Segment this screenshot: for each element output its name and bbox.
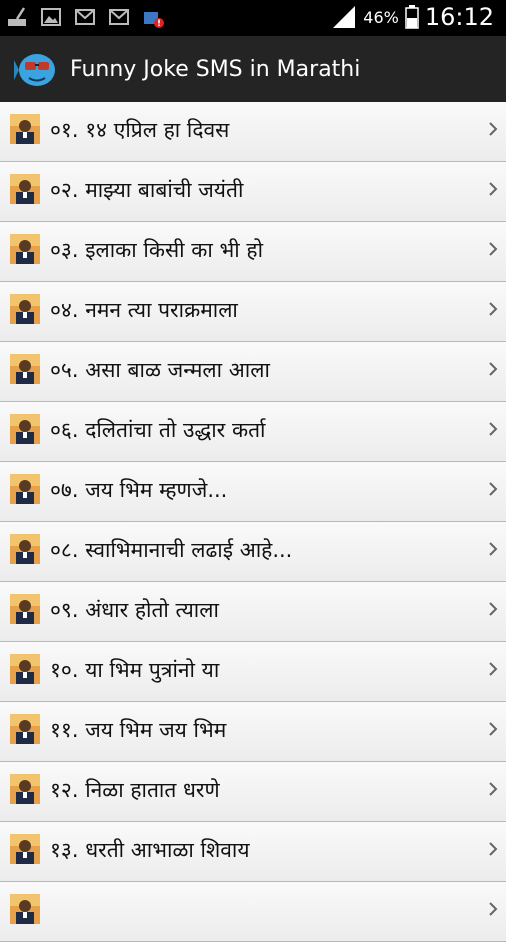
- app-title: Funny Joke SMS in Marathi: [70, 56, 361, 82]
- list-item-label: १०. या भिम पुत्रांनो या: [50, 658, 220, 682]
- list-item[interactable]: ०९. अंधार होतो त्याला: [0, 582, 506, 642]
- portrait-thumbnail-icon: [10, 414, 40, 444]
- portrait-thumbnail-icon: [10, 534, 40, 564]
- portrait-thumbnail-icon: [10, 714, 40, 744]
- chevron-right-icon: [489, 842, 498, 856]
- notification-icons: [6, 6, 164, 28]
- chevron-right-icon: [489, 302, 498, 316]
- battery-percent: 46%: [363, 7, 399, 27]
- portrait-thumbnail-icon: [10, 594, 40, 624]
- portrait-thumbnail-icon: [10, 114, 40, 144]
- portrait-thumbnail-icon: [10, 234, 40, 264]
- chevron-right-icon: [489, 782, 498, 796]
- list-item[interactable]: १३. धरती आभाळा शिवाय: [0, 822, 506, 882]
- chevron-right-icon: [489, 122, 498, 136]
- list-item-label: १२. निळा हातात धरणे: [50, 778, 220, 802]
- battery-icon: [405, 5, 419, 29]
- list-item-label: ०१. १४ एप्रिल हा दिवस: [50, 118, 230, 142]
- chevron-right-icon: [489, 542, 498, 556]
- portrait-thumbnail-icon: [10, 834, 40, 864]
- portrait-thumbnail-icon: [10, 894, 40, 924]
- sms-category-list: ०१. १४ एप्रिल हा दिवस ०२. माझ्या बाबांची…: [0, 102, 506, 942]
- action-bar: Funny Joke SMS in Marathi: [0, 36, 506, 102]
- gmail-icon: [75, 9, 95, 25]
- portrait-thumbnail-icon: [10, 294, 40, 324]
- list-item-label: १३. धरती आभाळा शिवाय: [50, 838, 250, 862]
- list-item[interactable]: ०१. १४ एप्रिल हा दिवस: [0, 102, 506, 162]
- list-item-label: ०४. नमन त्या पराक्रमाला: [50, 298, 238, 322]
- list-item-label: ०२. माझ्या बाबांची जयंती: [50, 178, 244, 202]
- list-item-label: ०८. स्वाभिमानाची लढाई आहे...: [50, 538, 293, 562]
- warning-app-icon: [144, 12, 164, 28]
- fish-sunglasses-icon[interactable]: [14, 46, 60, 92]
- clock: 16:12: [424, 3, 494, 31]
- list-item[interactable]: ०६. दलितांचा तो उद्धार कर्ता: [0, 402, 506, 462]
- status-bar: 46% 16:12: [0, 0, 506, 36]
- list-item-label: ०३. इलाका किसी का भी हो: [50, 238, 264, 262]
- list-item[interactable]: ०५. असा बाळ जन्मला आला: [0, 342, 506, 402]
- chevron-right-icon: [489, 362, 498, 376]
- portrait-thumbnail-icon: [10, 354, 40, 384]
- chevron-right-icon: [489, 482, 498, 496]
- list-item[interactable]: [0, 882, 506, 942]
- portrait-thumbnail-icon: [10, 174, 40, 204]
- list-item-label: ११. जय भिम जय भिम: [50, 718, 227, 742]
- chevron-right-icon: [489, 902, 498, 916]
- list-item-label: ०७. जय भिम म्हणजे...: [50, 478, 228, 502]
- list-item[interactable]: ०२. माझ्या बाबांची जयंती: [0, 162, 506, 222]
- portrait-thumbnail-icon: [10, 654, 40, 684]
- list-item-label: ०६. दलितांचा तो उद्धार कर्ता: [50, 418, 266, 442]
- list-item-label: ०५. असा बाळ जन्मला आला: [50, 358, 270, 382]
- gmail-icon: [109, 9, 129, 25]
- list-item[interactable]: १२. निळा हातात धरणे: [0, 762, 506, 822]
- portrait-thumbnail-icon: [10, 774, 40, 804]
- chevron-right-icon: [489, 662, 498, 676]
- portrait-thumbnail-icon: [10, 474, 40, 504]
- chevron-right-icon: [489, 602, 498, 616]
- list-item[interactable]: १०. या भिम पुत्रांनो या: [0, 642, 506, 702]
- list-item[interactable]: ०७. जय भिम म्हणजे...: [0, 462, 506, 522]
- list-item[interactable]: ११. जय भिम जय भिम: [0, 702, 506, 762]
- signal-icon: [333, 6, 356, 28]
- chevron-right-icon: [489, 422, 498, 436]
- image-icon: [41, 8, 61, 26]
- list-item-label: ०९. अंधार होतो त्याला: [50, 598, 219, 622]
- chevron-right-icon: [489, 182, 498, 196]
- chevron-right-icon: [489, 722, 498, 736]
- chevron-right-icon: [489, 242, 498, 256]
- list-item[interactable]: ०८. स्वाभिमानाची लढाई आहे...: [0, 522, 506, 582]
- broom-icon: [8, 7, 26, 26]
- list-item[interactable]: ०३. इलाका किसी का भी हो: [0, 222, 506, 282]
- list-item[interactable]: ०४. नमन त्या पराक्रमाला: [0, 282, 506, 342]
